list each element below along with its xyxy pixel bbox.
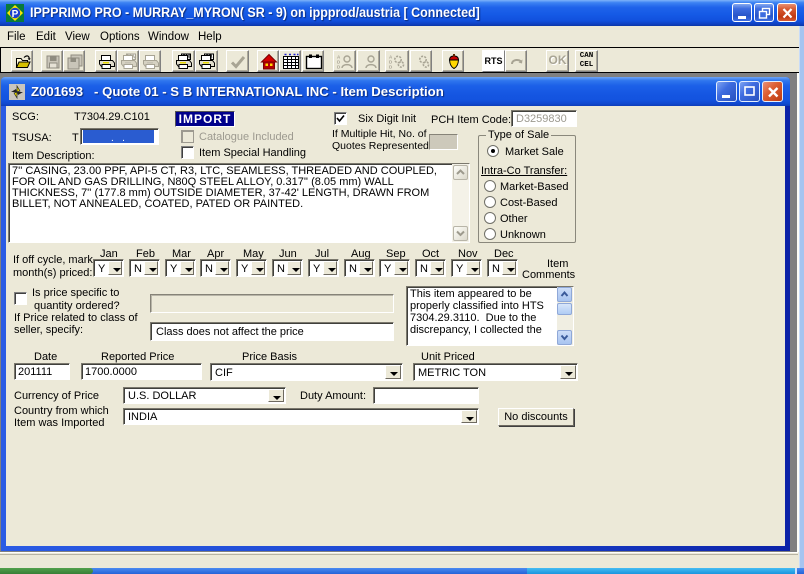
svg-text:D: D: [337, 65, 341, 70]
svg-text:P: P: [12, 9, 19, 20]
svg-text:D: D: [389, 65, 393, 70]
